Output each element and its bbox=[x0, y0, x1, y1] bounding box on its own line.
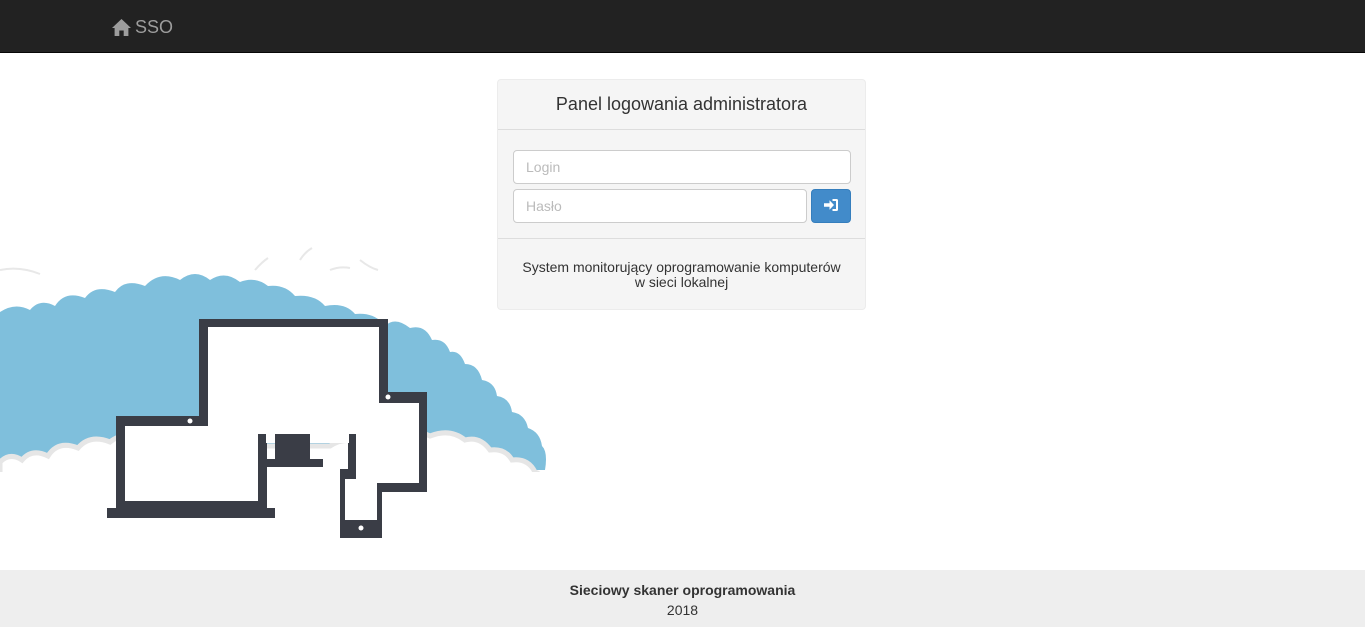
home-icon bbox=[111, 18, 135, 37]
panel-heading: Panel logowania administratora bbox=[498, 80, 865, 130]
password-input[interactable] bbox=[513, 189, 807, 223]
sign-in-icon bbox=[823, 198, 839, 215]
devices-cloud-illustration bbox=[0, 240, 560, 550]
login-panel: Panel logowania administratora System mo… bbox=[497, 79, 866, 310]
login-form bbox=[498, 130, 865, 239]
panel-description: System monitorujący oprogramowanie kompu… bbox=[498, 239, 865, 290]
top-navbar: SSO bbox=[0, 0, 1365, 53]
brand-link[interactable]: SSO bbox=[111, 14, 173, 40]
description-line-1: System monitorujący oprogramowanie kompu… bbox=[522, 259, 841, 275]
page-footer: Sieciowy skaner oprogramowania 2018 bbox=[0, 570, 1365, 627]
brand-label: SSO bbox=[135, 16, 174, 37]
login-input[interactable] bbox=[513, 150, 851, 184]
footer-year: 2018 bbox=[666, 602, 699, 618]
description-line-2: w sieci lokalnej bbox=[634, 274, 729, 290]
login-submit-button[interactable] bbox=[811, 189, 851, 223]
footer-title: Sieciowy skaner oprogramowania bbox=[569, 582, 796, 598]
login-panel-title: Panel logowania administratora bbox=[555, 94, 808, 114]
